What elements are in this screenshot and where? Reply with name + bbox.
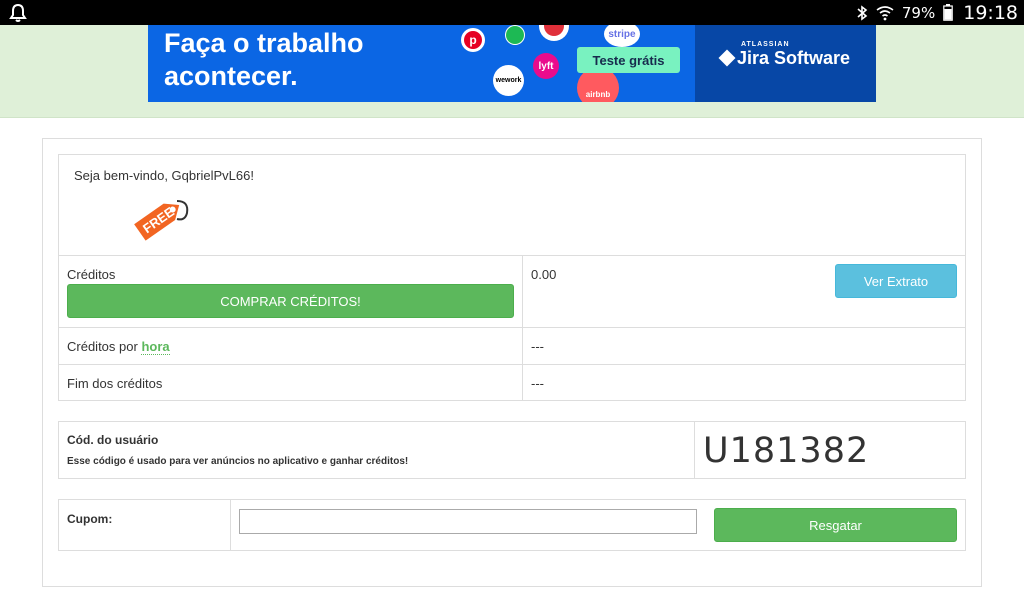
clock: 19:18: [963, 1, 1018, 24]
credits-table: Créditos COMPRAR CRÉDITOS! 0.00 Ver Extr…: [58, 255, 966, 401]
credits-value: 0.00: [531, 267, 557, 282]
ad-headline: Faça o trabalho acontecer.: [164, 28, 364, 91]
lyft-logo-icon: lyft: [533, 53, 559, 79]
red-app-logo-icon: [539, 25, 569, 41]
credits-per-hour-row: Créditos por hora ---: [59, 327, 965, 364]
user-code-title: Cód. do usuário: [67, 433, 159, 447]
status-bar: 79% 19:18: [0, 0, 1024, 25]
credits-end-row: Fim dos créditos ---: [59, 364, 965, 400]
buy-credits-button[interactable]: COMPRAR CRÉDITOS!: [67, 284, 514, 318]
free-tag-icon: FREE: [134, 200, 189, 241]
spotify-logo-icon: [505, 25, 525, 45]
view-statement-button[interactable]: Ver Extrato: [835, 264, 957, 298]
hour-link[interactable]: hora: [141, 339, 170, 355]
bluetooth-icon: [857, 4, 868, 21]
wifi-icon: [876, 5, 894, 20]
credits-end-value: ---: [531, 376, 544, 391]
jira-logo-icon: [718, 49, 736, 67]
pinterest-logo-icon: p: [461, 28, 485, 52]
welcome-panel: Seja bem-vindo, GqbrielPvL66! FREE: [58, 154, 966, 256]
coupon-input[interactable]: [239, 509, 697, 534]
ad-banner-area: Faça o trabalho acontecer. p stripe wewo…: [0, 25, 1024, 118]
user-code-panel: Cód. do usuário Esse código é usado para…: [58, 421, 966, 479]
stripe-logo-icon: stripe: [604, 25, 640, 47]
credits-per-hour-value: ---: [531, 339, 544, 354]
coupon-label: Cupom:: [67, 512, 113, 526]
notification-bell-icon: [9, 3, 27, 22]
coupon-panel: Cupom: Resgatar: [58, 499, 966, 551]
ad-cta-button[interactable]: Teste grátis: [577, 47, 680, 73]
atlassian-label: ATLASSIAN: [741, 41, 790, 48]
credits-per-hour-label: Créditos por: [67, 339, 138, 354]
battery-icon: [943, 4, 954, 21]
redeem-button[interactable]: Resgatar: [714, 508, 957, 542]
user-code-description: Esse código é usado para ver anúncios no…: [67, 456, 409, 467]
welcome-message: Seja bem-vindo, GqbrielPvL66!: [74, 168, 254, 183]
ad-banner[interactable]: Faça o trabalho acontecer. p stripe wewo…: [148, 25, 876, 102]
credits-label: Créditos: [67, 267, 116, 282]
jira-brand-name: Jira Software: [737, 48, 851, 68]
ad-brand-panel: ATLASSIAN Jira Software: [695, 25, 876, 102]
user-code-value: U181382: [703, 431, 870, 471]
battery-percent: 79%: [901, 3, 936, 22]
credits-end-label: Fim dos créditos: [67, 376, 163, 391]
credits-row: Créditos COMPRAR CRÉDITOS! 0.00 Ver Extr…: [59, 256, 965, 327]
wework-logo-icon: wework: [493, 65, 524, 96]
